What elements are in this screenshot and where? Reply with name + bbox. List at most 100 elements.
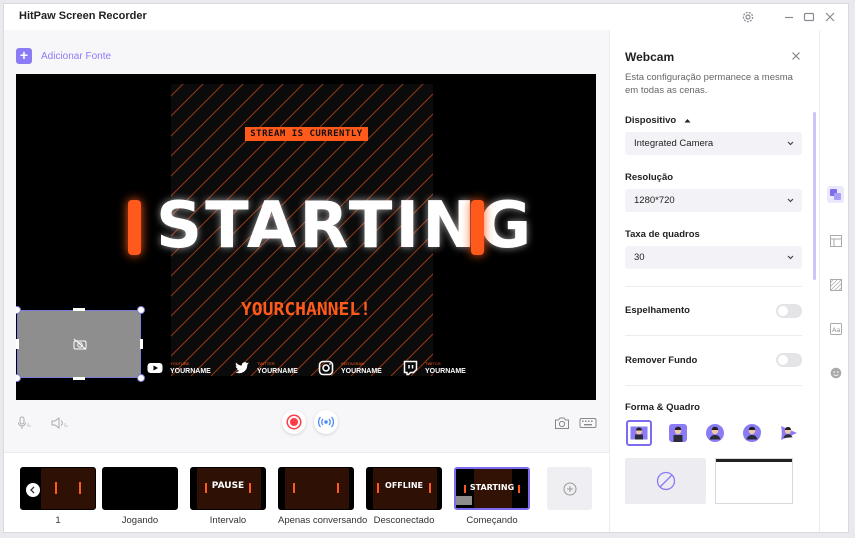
broadcast-icon [318,416,334,428]
screenshot-camera-icon[interactable] [554,416,570,430]
shape-frame-label: Forma & Quadro [625,402,700,413]
framerate-select[interactable]: 30 [625,246,802,269]
speaker-icon[interactable] [50,416,70,430]
mirror-toggle[interactable] [776,304,802,318]
close-panel-icon[interactable] [791,51,801,61]
device-label-text: Dispositivo [625,115,677,126]
scene-name: Jogando [121,515,159,526]
toggle-knob [778,355,788,365]
settings-gear-icon[interactable] [742,11,754,23]
frame-none-option[interactable] [625,458,706,504]
social-twitch: TWITCH YOURNAME [402,358,466,378]
shape-blob-option[interactable] [739,420,765,446]
add-source-label: Adicionar Fonte [41,50,112,62]
keyboard-icon[interactable] [579,416,597,430]
resize-handle-left[interactable] [16,339,19,349]
toggle-knob [778,306,788,316]
divider [625,286,802,287]
webcam-source-box[interactable] [17,310,141,378]
remove-background-toggle[interactable] [776,353,802,367]
record-button[interactable] [282,410,306,434]
person-circle-icon [706,424,724,442]
resize-handle-bottom-right[interactable] [137,374,145,382]
shape-circle-option[interactable] [702,420,728,446]
scroll-left-button[interactable] [26,483,40,497]
frame-top-bar [716,459,792,462]
text-icon[interactable]: Aa [827,320,844,337]
resize-handle-top[interactable] [73,308,85,311]
twitch-icon [403,360,418,376]
scene-strip: 1 Jogando PAUSE Intervalo Apenas convers… [4,452,609,532]
social-youtube: YOUTUBE YOURNAME [147,358,211,378]
add-source-button[interactable]: + Adicionar Fonte [16,48,111,64]
plus-circle-icon [563,482,576,495]
scene-thumbnail: STARTING [454,467,530,510]
chevron-down-icon [787,255,794,260]
scene-item-active[interactable]: STARTING Começando [454,467,530,526]
framerate-select-value: 30 [634,252,645,263]
resize-handle-top-right[interactable] [137,306,145,314]
record-dot-icon [288,416,300,428]
channel-text: YOURCHANNEL! [240,299,372,320]
device-label[interactable]: Dispositivo [625,115,691,126]
right-tool-rail: Aa [819,30,848,532]
divider [625,385,802,386]
resolution-select[interactable]: 1280*720 [625,189,802,212]
stream-tag: STREAM IS CURRENTLY [245,127,368,141]
social-twitter: TWITTER YOURNAME [234,358,298,378]
scene-name: Apenas conversando [278,515,368,526]
device-select[interactable]: Integrated Camera [625,132,802,155]
shape-rectangle-option[interactable] [626,420,652,446]
resolution-label: Resolução [625,172,674,183]
scene-thumbnail: OFFLINE [366,467,442,510]
scene-item[interactable]: Apenas conversando [278,467,368,526]
mirror-label: Espelhamento [625,305,690,316]
twitter-icon [235,362,249,374]
person-blob-icon [743,424,761,442]
texture-pattern-icon[interactable] [827,276,844,293]
scene-item[interactable]: Jogando [102,467,178,526]
resize-handle-bottom[interactable] [73,377,85,380]
main-area: + Adicionar Fonte STREAM IS CURRENTLY ST… [4,30,609,532]
sticker-smile-icon[interactable] [827,364,844,381]
no-frame-icon [656,471,675,491]
social-name: YOURNAME [170,368,211,375]
scene-item[interactable]: PAUSE Intervalo [190,467,266,526]
social-service: YOUTUBE [170,361,190,366]
app-window: HitPaw Screen Recorder + Adicionar Fonte [3,3,849,533]
frame-square-option[interactable] [715,458,793,504]
scene-name: 1 [55,515,61,526]
resolution-select-value: 1280*720 [634,195,675,206]
scene-thumbnail [102,467,178,510]
chevron-down-icon [787,141,794,146]
close-window-icon[interactable] [824,11,836,23]
panel-scrollbar[interactable] [813,112,816,280]
person-arrow-icon [781,426,797,440]
scene-thumbnail: PAUSE [190,467,266,510]
person-rectangle-icon [630,426,648,440]
scene-preview[interactable]: STREAM IS CURRENTLY STARTING YOURCHANNEL… [16,74,596,400]
scene-name: Intervalo [209,515,247,526]
scene-item[interactable]: OFFLINE Desconectado [366,467,442,526]
shape-rounded-square-option[interactable] [665,420,691,446]
live-stream-button[interactable] [314,410,338,434]
webcam-layers-icon[interactable] [827,186,844,203]
instagram-icon [318,360,334,376]
add-scene-button[interactable] [547,467,592,510]
person-rounded-square-icon [669,424,687,442]
minimize-icon[interactable] [783,11,795,23]
layout-icon[interactable] [827,232,844,249]
resize-handle-bottom-left[interactable] [16,374,21,382]
social-name: YOURNAME [257,368,298,375]
framerate-label: Taxa de quadros [625,229,700,240]
shape-arrow-option[interactable] [776,420,802,446]
plus-icon: + [16,48,32,64]
remove-background-label: Remover Fundo [625,355,698,366]
social-service: TWITCH [425,361,441,366]
caret-up-icon [684,119,691,123]
microphone-icon[interactable] [16,416,34,430]
maximize-icon[interactable] [803,11,815,23]
social-service: TWITTER [257,361,275,366]
resize-handle-right[interactable] [140,339,143,349]
panel-description: Esta configuração permanece a mesma em t… [625,72,793,96]
